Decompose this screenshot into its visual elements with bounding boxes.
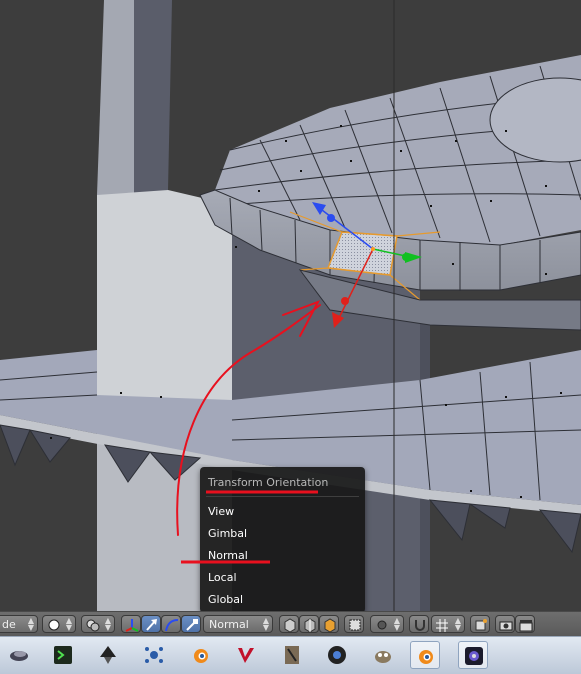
taskbar bbox=[0, 636, 581, 674]
taskbar-app-active[interactable] bbox=[458, 641, 488, 669]
select-vertex-button[interactable] bbox=[279, 615, 299, 633]
orientation-value: Normal bbox=[209, 618, 249, 631]
limit-selection-button[interactable] bbox=[344, 615, 364, 633]
terminal-icon bbox=[54, 646, 72, 664]
swirl-app-icon bbox=[10, 651, 28, 661]
proportional-edit-dropdown[interactable]: ▲ ▼ bbox=[370, 615, 404, 633]
mode-label: de bbox=[2, 618, 16, 631]
scale-icon bbox=[186, 619, 198, 631]
taskbar-chrome[interactable] bbox=[322, 641, 352, 669]
render-animation-button[interactable] bbox=[515, 615, 535, 633]
blender-icon bbox=[419, 650, 433, 664]
dropdown-arrows-icon: ▲ ▼ bbox=[65, 616, 72, 632]
sphere-icon bbox=[48, 619, 60, 631]
manipulator-toggle[interactable] bbox=[121, 615, 141, 633]
vertex-select-icon bbox=[284, 618, 296, 633]
mode-dropdown[interactable]: de ▲ ▼ bbox=[0, 615, 38, 633]
clapperboard-icon bbox=[519, 620, 533, 632]
taskbar-app-1[interactable] bbox=[4, 641, 34, 669]
network-icon bbox=[145, 647, 163, 663]
taskbar-gimp[interactable] bbox=[368, 641, 398, 669]
pen-icon bbox=[285, 646, 299, 664]
inkscape-icon bbox=[100, 646, 116, 664]
vim-icon bbox=[238, 648, 254, 663]
chrome-icon bbox=[328, 646, 346, 664]
transform-orientation-dropdown[interactable]: Normal ▲ ▼ bbox=[203, 615, 273, 633]
select-edge-button[interactable] bbox=[299, 615, 319, 633]
gimp-icon bbox=[375, 651, 391, 663]
dropdown-arrows-icon: ▲ ▼ bbox=[104, 616, 111, 632]
select-face-button[interactable] bbox=[319, 615, 339, 633]
translate-arrow-icon bbox=[146, 619, 157, 631]
dropdown-arrows-icon: ▲ ▼ bbox=[262, 616, 269, 632]
taskbar-vim[interactable] bbox=[231, 641, 261, 669]
taskbar-network[interactable] bbox=[139, 641, 169, 669]
snap-grid-icon bbox=[436, 619, 448, 632]
camera-icon bbox=[499, 621, 513, 631]
taskbar-inkscape[interactable] bbox=[93, 641, 123, 669]
face-select-icon bbox=[324, 618, 336, 633]
dropdown-arrows-icon: ▲ ▼ bbox=[393, 616, 400, 632]
view3d-header: de ▲ ▼ ▲ ▼ ▲ ▼ Normal ▲ ▼ ▲ ▼ ▲ ▼ bbox=[0, 611, 581, 636]
magnet-icon bbox=[415, 620, 425, 631]
pivot-icon bbox=[86, 619, 100, 632]
blender-icon bbox=[194, 649, 208, 663]
snap-target-icon bbox=[475, 619, 487, 631]
rotate-arc-icon bbox=[165, 619, 179, 632]
translate-manipulator-button[interactable] bbox=[141, 615, 161, 633]
taskbar-blender[interactable] bbox=[185, 641, 215, 669]
dropdown-arrows-icon: ▲ ▼ bbox=[454, 616, 461, 632]
snap-target-button[interactable] bbox=[470, 615, 490, 633]
annotation-underlines bbox=[181, 490, 318, 564]
taskbar-blender-active[interactable] bbox=[410, 641, 440, 669]
proportional-icon bbox=[377, 620, 387, 630]
dropdown-arrows-icon: ▲ ▼ bbox=[27, 616, 34, 632]
render-still-button[interactable] bbox=[495, 615, 515, 633]
camera-app-icon bbox=[465, 647, 483, 665]
edge-select-icon bbox=[304, 618, 316, 633]
taskbar-pen-tool[interactable] bbox=[277, 641, 307, 669]
viewport-shading-dropdown[interactable]: ▲ ▼ bbox=[42, 615, 76, 633]
pivot-point-dropdown[interactable]: ▲ ▼ bbox=[81, 615, 115, 633]
rotate-manipulator-button[interactable] bbox=[161, 615, 181, 633]
scale-manipulator-button[interactable] bbox=[181, 615, 201, 633]
manipulator-axes-icon bbox=[125, 619, 139, 632]
snap-element-dropdown[interactable]: ▲ ▼ bbox=[431, 615, 465, 633]
snap-toggle[interactable] bbox=[409, 615, 429, 633]
taskbar-terminal[interactable] bbox=[48, 641, 78, 669]
occlude-icon bbox=[349, 619, 361, 631]
